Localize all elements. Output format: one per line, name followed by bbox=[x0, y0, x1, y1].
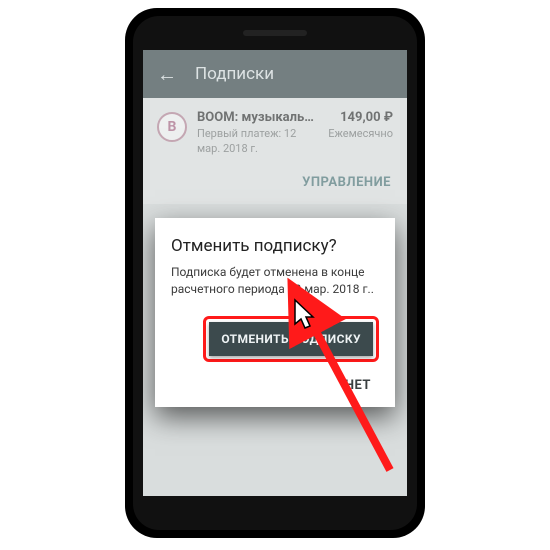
cancel-subscription-dialog: Отменить подписку? Подписка будет отмене… bbox=[155, 218, 395, 407]
app-icon-letter: B bbox=[168, 119, 177, 135]
phone-inner: ← Подписки B BOOM: музыкальный… Первый п… bbox=[133, 16, 417, 530]
subscription-meta: Первый платеж: 12 мар. 2018 г. bbox=[197, 127, 318, 157]
dialog-body: Подписка будет отменена в конце расчетно… bbox=[171, 264, 379, 298]
app-icon: B bbox=[157, 112, 187, 142]
subscription-price: 149,00 ₽ bbox=[328, 110, 393, 125]
subscription-cycle: Ежемесячно bbox=[328, 127, 393, 140]
app-bar: ← Подписки bbox=[143, 50, 407, 98]
subscription-card[interactable]: B BOOM: музыкальный… Первый платеж: 12 м… bbox=[143, 98, 407, 204]
confirm-cancel-button[interactable]: ОТМЕНИТЬ ПОДПИСКУ bbox=[209, 322, 373, 356]
deny-button[interactable]: НЕТ bbox=[337, 372, 379, 395]
phone-speaker bbox=[243, 30, 307, 36]
back-arrow-icon[interactable]: ← bbox=[157, 64, 177, 84]
phone-frame: ← Подписки B BOOM: музыкальный… Первый п… bbox=[125, 8, 425, 538]
dialog-title: Отменить подписку? bbox=[171, 236, 379, 256]
appbar-title: Подписки bbox=[195, 64, 274, 84]
screen: ← Подписки B BOOM: музыкальный… Первый п… bbox=[143, 50, 407, 496]
subscription-title: BOOM: музыкальный… bbox=[197, 110, 318, 125]
highlight-annotation: ОТМЕНИТЬ ПОДПИСКУ bbox=[203, 316, 379, 362]
manage-button[interactable]: УПРАВЛЕНИЕ bbox=[157, 175, 393, 198]
